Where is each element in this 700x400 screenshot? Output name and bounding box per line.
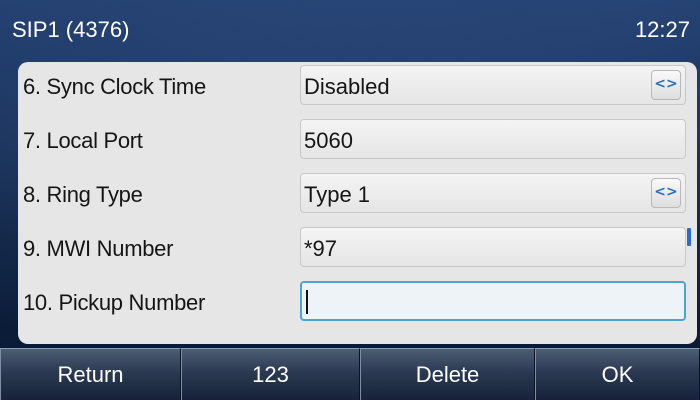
input-mode-button[interactable]: 123: [181, 348, 360, 400]
return-button[interactable]: Return: [0, 348, 181, 400]
delete-button[interactable]: Delete: [360, 348, 535, 400]
text-cursor: [306, 290, 308, 314]
ring-type-selector[interactable]: Type 1 <>: [300, 173, 686, 213]
setting-label: 7. Local Port: [23, 128, 143, 153]
field-value: Type 1: [304, 182, 371, 207]
left-right-arrows-icon[interactable]: <>: [651, 70, 681, 100]
setting-label: 6. Sync Clock Time: [23, 74, 206, 99]
field-value: Disabled: [304, 74, 390, 99]
scroll-indicator[interactable]: [687, 228, 691, 246]
sync-clock-time-selector[interactable]: Disabled <>: [300, 65, 686, 105]
account-title: SIP1 (4376): [12, 17, 130, 42]
left-right-arrows-icon[interactable]: <>: [651, 178, 681, 208]
phone-screen: SIP1 (4376) 12:27 6. Sync Clock Time Dis…: [0, 0, 700, 400]
setting-label: 8. Ring Type: [23, 182, 143, 207]
setting-row-local-port[interactable]: 7. Local Port 5060: [18, 116, 697, 170]
field-value: *97: [304, 236, 338, 261]
status-bar: SIP1 (4376) 12:27: [0, 0, 700, 58]
settings-panel: 6. Sync Clock Time Disabled <> 7. Local …: [18, 62, 697, 344]
field-value: 5060: [304, 128, 353, 153]
mwi-number-input[interactable]: *97: [300, 227, 686, 267]
softkey-bar: Return 123 Delete OK: [0, 348, 700, 400]
ok-button[interactable]: OK: [535, 348, 700, 400]
local-port-input[interactable]: 5060: [300, 119, 686, 159]
setting-label: 9. MWI Number: [23, 236, 174, 261]
setting-label: 10. Pickup Number: [23, 290, 205, 315]
setting-row-sync-clock-time[interactable]: 6. Sync Clock Time Disabled <>: [18, 62, 697, 116]
setting-row-mwi-number[interactable]: 9. MWI Number *97: [18, 224, 697, 278]
pickup-number-input[interactable]: [300, 281, 686, 321]
clock-time: 12:27: [634, 17, 690, 42]
setting-row-pickup-number[interactable]: 10. Pickup Number: [18, 278, 697, 332]
setting-row-ring-type[interactable]: 8. Ring Type Type 1 <>: [18, 170, 697, 224]
